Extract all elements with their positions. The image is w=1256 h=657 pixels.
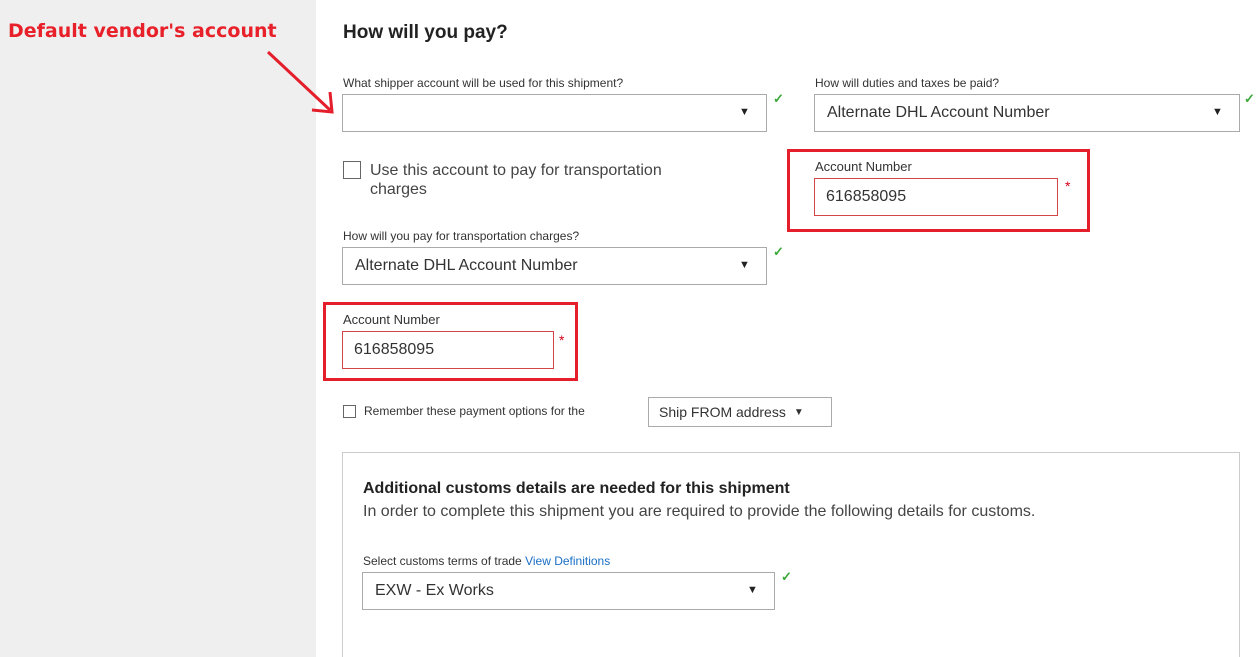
view-definitions-link[interactable]: View Definitions xyxy=(525,554,610,568)
duties-account-input[interactable]: 616858095 xyxy=(814,178,1058,216)
check-icon: ✓ xyxy=(1244,91,1255,106)
remember-checkbox[interactable] xyxy=(343,405,356,418)
remember-label: Remember these payment options for the xyxy=(364,404,585,418)
remember-address-select[interactable]: Ship FROM address ▼ xyxy=(648,397,832,427)
annotation-label: Default vendor's account xyxy=(8,20,277,42)
customs-terms-label: Select customs terms of trade xyxy=(363,554,522,568)
transport-account-value: 616858095 xyxy=(354,341,435,358)
duties-select[interactable]: Alternate DHL Account Number xyxy=(814,94,1240,132)
caret-down-icon: ▼ xyxy=(747,584,758,596)
transport-account-input[interactable]: 616858095 xyxy=(342,331,554,369)
duties-label: How will duties and taxes be paid? xyxy=(815,76,1000,90)
transport-select[interactable]: Alternate DHL Account Number xyxy=(342,247,767,285)
check-icon: ✓ xyxy=(773,91,784,106)
annotation-arrow-icon xyxy=(266,50,334,114)
use-account-checkbox[interactable] xyxy=(343,161,361,179)
use-account-label-line2: charges xyxy=(370,181,427,198)
customs-description: In order to complete this shipment you a… xyxy=(363,503,1036,520)
caret-down-icon: ▼ xyxy=(739,106,750,118)
transport-value: Alternate DHL Account Number xyxy=(355,257,578,274)
required-asterisk: * xyxy=(559,332,565,348)
caret-down-icon: ▼ xyxy=(1212,106,1223,118)
duties-account-label: Account Number xyxy=(815,159,912,174)
remember-address-value: Ship FROM address xyxy=(659,404,786,420)
duties-account-value: 616858095 xyxy=(826,188,907,205)
transport-label: How will you pay for transportation char… xyxy=(343,229,580,243)
page-title: How will you pay? xyxy=(343,22,508,43)
caret-down-icon: ▼ xyxy=(739,259,750,271)
customs-heading: Additional customs details are needed fo… xyxy=(363,480,790,497)
check-icon: ✓ xyxy=(773,244,784,259)
check-icon: ✓ xyxy=(781,569,792,584)
customs-terms-select[interactable]: EXW - Ex Works xyxy=(362,572,775,610)
transport-account-label: Account Number xyxy=(343,312,440,327)
customs-terms-label-row: Select customs terms of trade View Defin… xyxy=(363,554,610,568)
customs-terms-value: EXW - Ex Works xyxy=(375,582,494,599)
shipper-account-select[interactable] xyxy=(342,94,767,132)
duties-value: Alternate DHL Account Number xyxy=(827,104,1050,121)
use-account-label-line1: Use this account to pay for transportati… xyxy=(370,162,662,179)
use-account-label: Use this account to pay for transportati… xyxy=(370,161,662,199)
caret-down-icon: ▼ xyxy=(793,406,804,418)
required-asterisk: * xyxy=(1065,178,1071,194)
shipper-account-label: What shipper account will be used for th… xyxy=(343,76,624,90)
